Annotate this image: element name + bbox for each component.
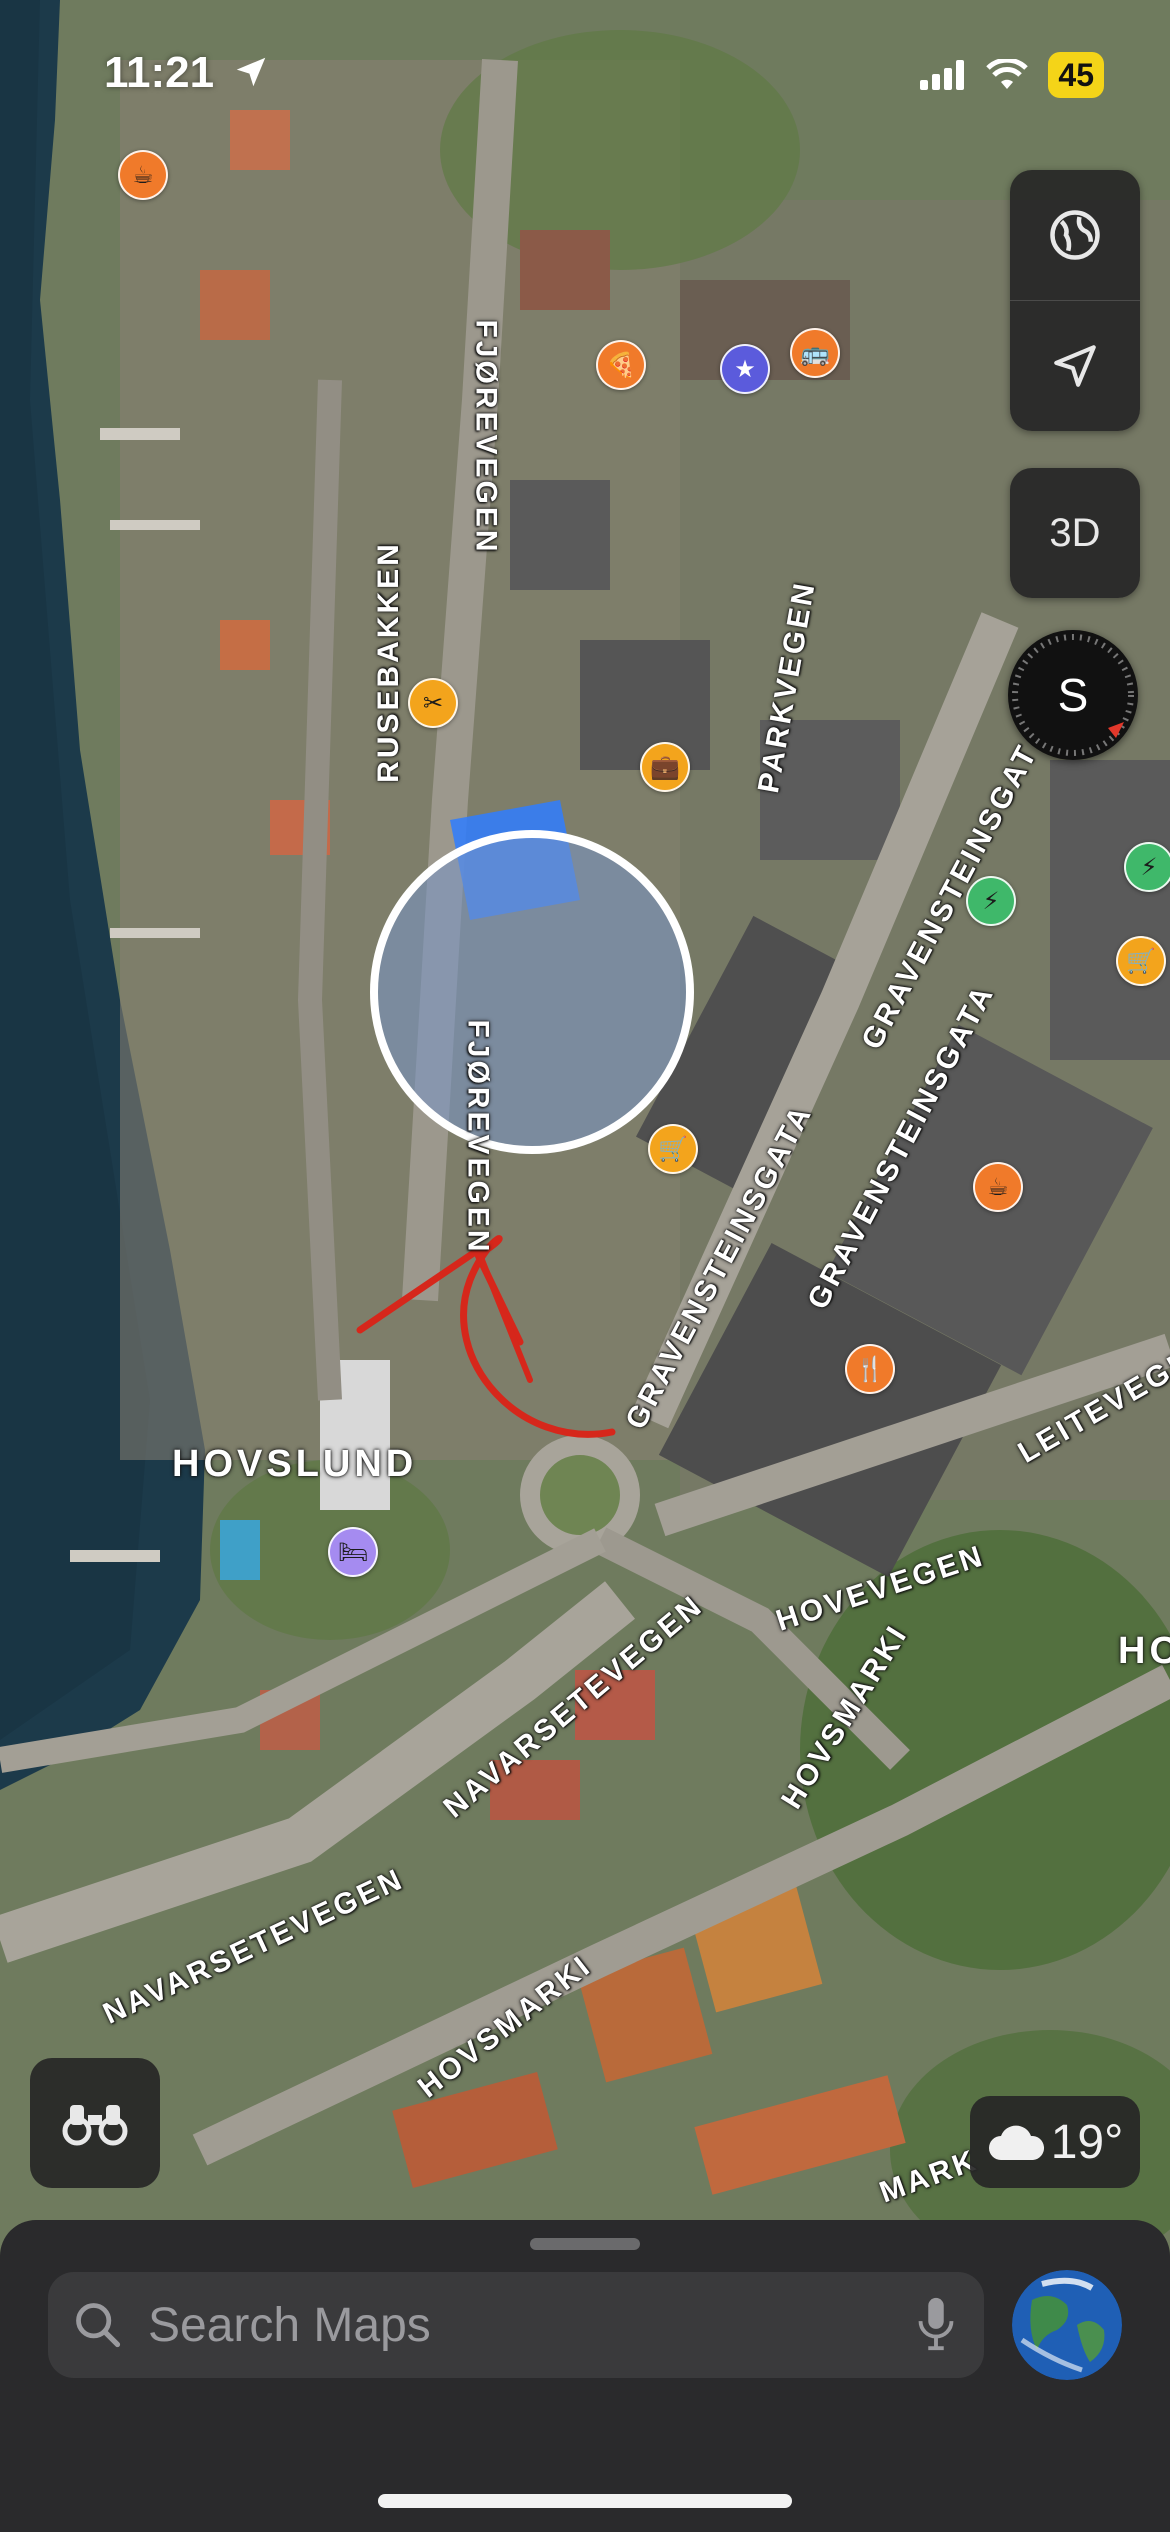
briefcase-poi-icon[interactable]: 💼 (640, 742, 690, 792)
sheet-grabber[interactable] (530, 2238, 640, 2250)
place-label-hovslund: HOVSLUND (172, 1443, 418, 1485)
microphone-icon[interactable] (916, 2296, 956, 2354)
compass-button[interactable]: S (1008, 630, 1138, 760)
globe-icon (1050, 210, 1100, 260)
cafe-poi-icon[interactable]: ☕ (973, 1162, 1023, 1212)
binoculars-icon (62, 2105, 128, 2146)
place-label-partial: HO (1118, 1630, 1170, 1672)
view-3d-button[interactable]: 3D (1010, 468, 1140, 598)
temperature-text: 19° (1050, 2115, 1124, 2169)
status-indicators: 45 (920, 50, 1104, 100)
shopping-cart-poi-icon[interactable]: 🛒 (648, 1124, 698, 1174)
shopping-cart-poi-icon[interactable]: 🛒 (1116, 936, 1166, 986)
profile-avatar[interactable] (1012, 2270, 1122, 2380)
location-arrow-icon (237, 57, 266, 87)
hotel-poi-icon[interactable]: 🛏 (328, 1527, 378, 1577)
map-mode-button[interactable] (1010, 170, 1140, 300)
salon-poi-icon[interactable]: ✂ (408, 678, 458, 728)
ev-charger-poi-icon[interactable]: ⚡ (966, 876, 1016, 926)
compass-heading: S (1057, 669, 1089, 721)
cafe-poi-icon[interactable]: ☕ (118, 150, 168, 200)
search-bar[interactable]: Search Maps (48, 2272, 984, 2378)
track-location-button[interactable] (1010, 300, 1140, 431)
restaurant-poi-icon[interactable]: 🍴 (845, 1344, 895, 1394)
search-sheet: Search Maps (0, 2220, 1170, 2532)
view-3d-control: 3D (1010, 468, 1140, 598)
home-indicator (378, 2494, 792, 2508)
earth-icon (1012, 2270, 1122, 2380)
bus-poi-icon[interactable]: 🚌 (790, 328, 840, 378)
battery-indicator: 45 (1048, 52, 1104, 98)
search-icon (76, 2303, 121, 2348)
map-controls (1010, 170, 1140, 431)
cellular-signal-icon (920, 60, 965, 90)
street-label: FJØREVEGEN (469, 319, 503, 555)
street-label: RUSEBAKKEN (371, 541, 405, 783)
pizza-poi-icon[interactable]: 🍕 (596, 340, 646, 390)
status-time: 11:21 (104, 48, 270, 98)
clock-text: 11:21 (104, 48, 215, 97)
star-poi-icon[interactable]: ★ (720, 344, 770, 394)
cloud-icon (988, 2125, 1044, 2160)
look-around-button[interactable] (30, 2058, 160, 2188)
street-label: FJØREVEGEN (461, 1019, 495, 1255)
wifi-icon (986, 59, 1029, 89)
search-placeholder: Search Maps (148, 2298, 431, 2352)
weather-badge[interactable]: 19° (970, 2096, 1140, 2188)
location-arrow-outline-icon (1054, 345, 1096, 387)
ev-charger-poi-icon[interactable]: ⚡ (1124, 842, 1170, 892)
